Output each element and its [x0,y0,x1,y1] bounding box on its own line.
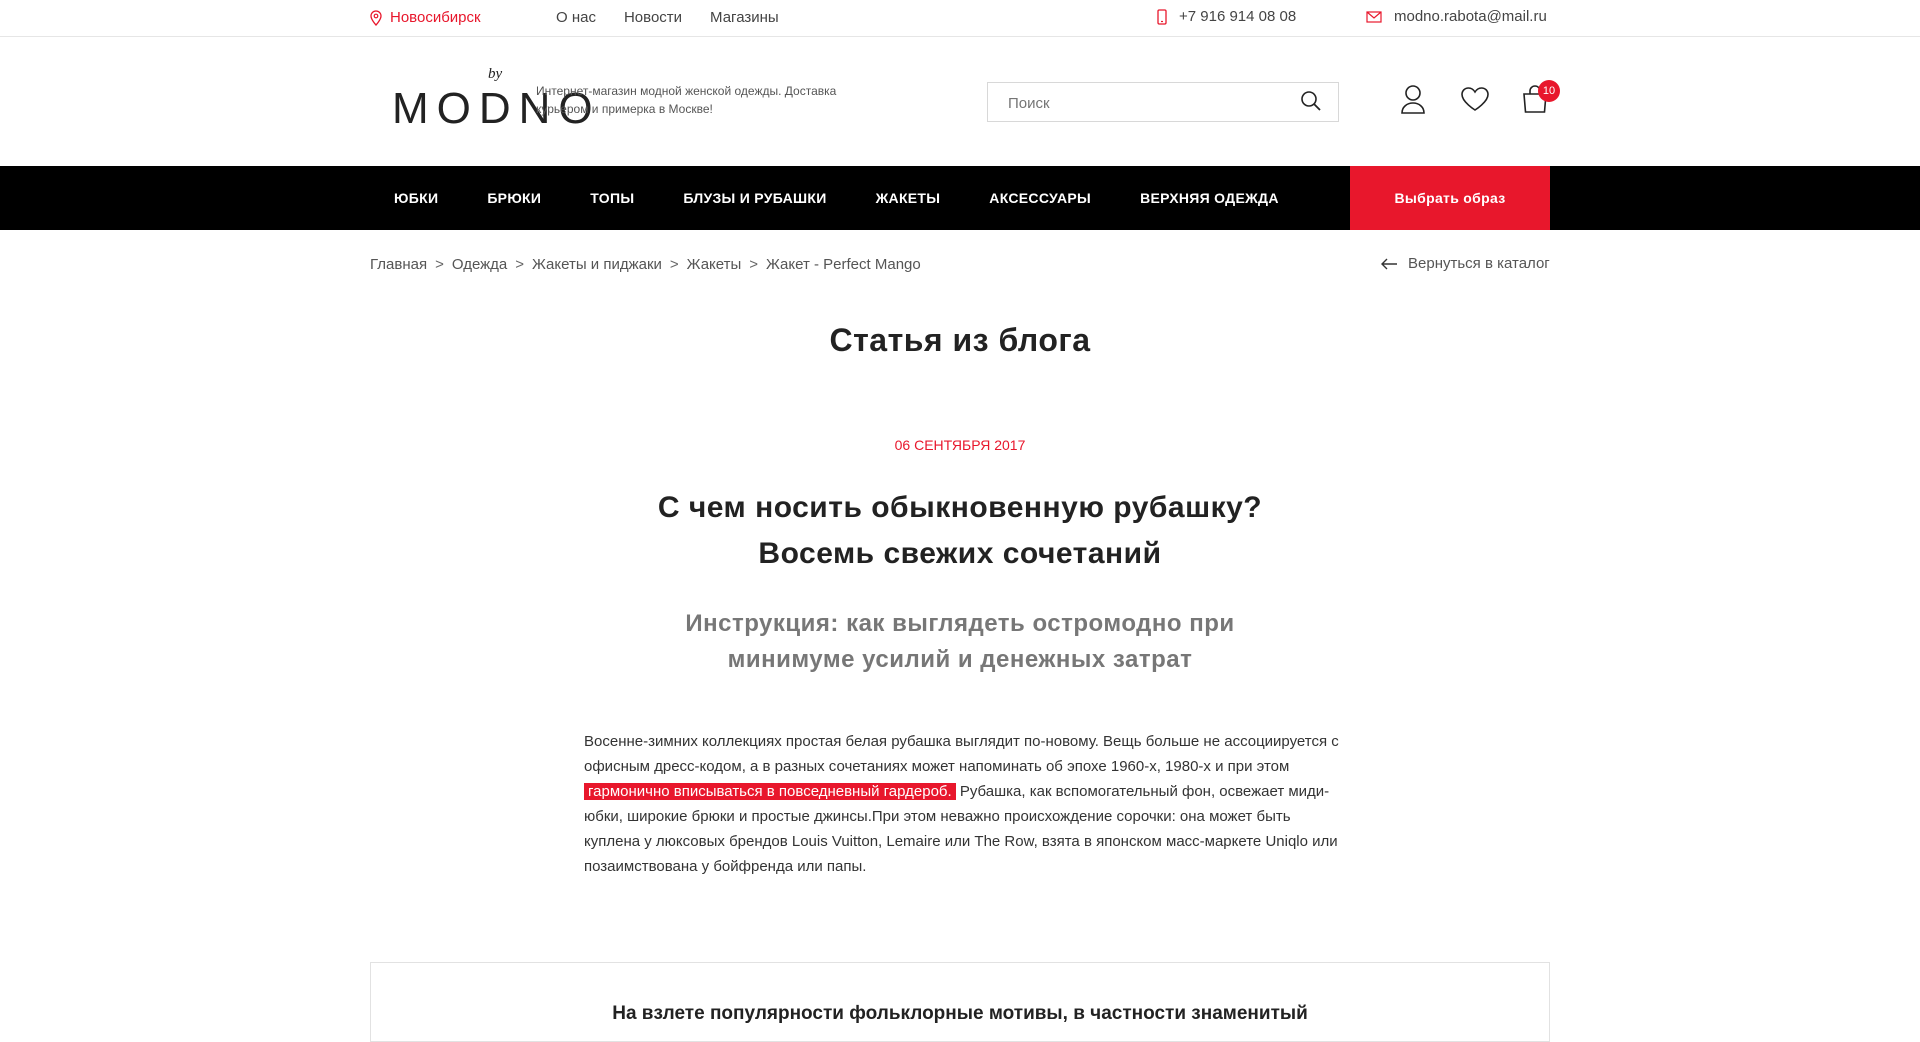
search-box [987,82,1339,123]
heart-icon [1461,87,1489,111]
top-nav: О нас Новости Магазины [556,9,779,26]
breadcrumb-jackets-blazers[interactable]: Жакеты и пиджаки [532,256,662,273]
page-title: Статья из блога [829,322,1091,358]
back-to-catalog-label: Вернуться в каталог [1408,255,1550,272]
site-tagline: Интернет-магазин модной женской одежды. … [536,84,837,116]
phone-link[interactable]: +7 916 914 08 08 [1157,8,1296,25]
article-title: С чем носить обыкновенную рубашку? Восем… [370,485,1550,577]
quote-text: На взлете популярности фольклорные мотив… [612,1003,1308,1024]
top-bar: Новосибирск О нас Новости Магазины +7 91… [0,0,1920,37]
nav-item-trousers[interactable]: Брюки [487,166,541,230]
article-title-line2: Восемь свежих сочетаний [758,537,1162,570]
nav-item-accessories[interactable]: Аксессуары [989,166,1091,230]
search-button[interactable] [1300,83,1322,126]
city-selector[interactable]: Новосибирск [370,9,481,26]
breadcrumb-separator: > [669,256,679,273]
phone-number: +7 916 914 08 08 [1179,8,1297,25]
paragraph-text-start: Восенне-зимних коллекциях простая белая … [584,733,1339,775]
top-nav-stores[interactable]: Магазины [710,9,779,26]
breadcrumb-current: Жакет - Perfect Mango [766,256,921,273]
logo-by: by [488,66,503,82]
nav-item-skirts[interactable]: Юбки [394,166,438,230]
breadcrumb-home[interactable]: Главная [370,256,427,273]
location-pin-icon [370,9,382,26]
article-paragraph: Восенне-зимних коллекциях простая белая … [584,729,1344,879]
cart-count-badge: 10 [1538,80,1560,102]
breadcrumb: Главная > Одежда > Жакеты и пиджаки > Жа… [370,256,921,273]
search-icon [1301,91,1321,111]
breadcrumb-separator: > [749,256,759,273]
breadcrumb-separator: > [435,256,444,273]
article-title-line1: С чем носить обыкновенную рубашку? [657,491,1263,524]
phone-icon [1157,8,1167,25]
arrow-left-icon [1381,258,1397,269]
search-input[interactable] [988,83,1290,123]
mail-icon [1366,10,1382,23]
top-nav-news[interactable]: Новости [624,9,682,26]
city-label: Новосибирск [390,9,481,26]
site-header: by MODNO Интернет-магазин модной женской… [370,36,1560,166]
nav-item-tops[interactable]: Топы [590,166,634,230]
breadcrumb-jackets[interactable]: Жакеты [687,256,742,273]
nav-item-jackets[interactable]: Жакеты [876,166,941,230]
article-date: 06 сентября 2017 [894,437,1026,453]
email-address: modno.rabota@mail.ru [1394,8,1547,25]
quote-block: На взлете популярности фольклорные мотив… [370,962,1550,1042]
wishlist-button[interactable] [1460,86,1490,117]
nav-item-blouses[interactable]: Блузы и рубашки [683,166,826,230]
breadcrumb-separator: > [515,256,525,273]
breadcrumb-clothing[interactable]: Одежда [452,256,507,273]
email-link[interactable]: modno.rabota@mail.ru [1366,8,1547,25]
account-button[interactable] [1400,84,1426,119]
back-to-catalog-link[interactable]: Вернуться в каталог [1380,255,1550,272]
article-subtitle-line1: Инструкция: как выглядеть остромодно при [685,610,1235,637]
user-icon [1401,85,1425,114]
nav-item-outerwear[interactable]: Верхняя одежда [1140,166,1279,230]
article-subtitle-line2: минимуме усилий и денежных затрат [727,646,1193,673]
article-subtitle: Инструкция: как выглядеть остромодно при… [370,606,1550,678]
paragraph-highlight-link[interactable]: гармонично вписываться в повседневный га… [584,783,956,800]
choose-look-button[interactable]: Выбрать образ [1350,166,1550,230]
top-nav-about[interactable]: О нас [556,9,596,26]
main-nav: Юбки Брюки Топы Блузы и рубашки Жакеты А… [0,166,1920,230]
